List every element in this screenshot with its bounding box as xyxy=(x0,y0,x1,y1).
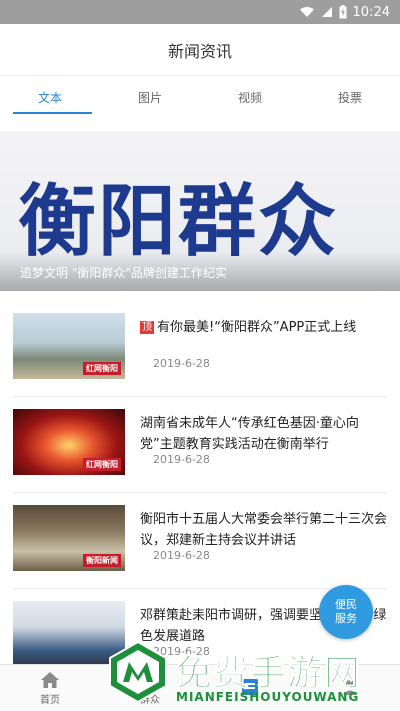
news-date: 2019-6-28 xyxy=(153,549,210,562)
news-thumbnail: 红网衡阳 xyxy=(13,409,125,475)
status-time: 10:24 xyxy=(352,4,390,20)
nav-home-label: 首页 xyxy=(40,694,60,706)
news-item[interactable]: 衡阳新闻 衡阳市十五届人大常委会举行第二十三次会议，郑建新主持会议并讲话 201… xyxy=(13,493,387,589)
convenience-service-button[interactable]: 便民 服务 xyxy=(319,585,373,639)
banner-carousel[interactable]: 衡阳群众 追梦文明 "衡阳群众"品牌创建工作纪实 xyxy=(0,131,400,291)
news-title: 衡阳市十五届人大常委会举行第二十三次会议，郑建新主持会议并讲话 xyxy=(140,512,388,548)
tab-videos[interactable]: 视频 xyxy=(200,76,300,118)
service-button-line2: 服务 xyxy=(335,612,357,625)
thumbnail-badge: 红网衡阳 xyxy=(83,362,121,375)
tab-images[interactable]: 图片 xyxy=(100,76,200,118)
news-date: 2019-6-28 xyxy=(153,357,210,370)
banner-caption: 追梦文明 "衡阳群众"品牌创建工作纪实 xyxy=(20,266,227,280)
thumbnail-badge: 红网衡阳 xyxy=(83,458,121,471)
service-button-line1: 便民 xyxy=(335,598,357,611)
status-bar: 10:24 xyxy=(0,0,400,24)
news-item[interactable]: 红网衡阳 顶有你最美!“衡阳群众”APP正式上线 2019-6-28 xyxy=(13,301,387,397)
news-item[interactable]: 红网衡阳 湖南省未成年人“传承红色基因·童心向党”主题教育实践活动在衡南举行 2… xyxy=(13,397,387,493)
watermark-logo-icon xyxy=(109,640,167,704)
battery-charging-icon xyxy=(339,5,347,19)
nav-home[interactable]: 首页 xyxy=(0,665,100,711)
news-thumbnail: 红网衡阳 xyxy=(13,313,125,379)
tab-text[interactable]: 文本 xyxy=(0,76,100,118)
tab-bar: 文本 图片 视频 投票 xyxy=(0,76,400,118)
thumbnail-badge: 衡阳新闻 xyxy=(83,554,121,567)
watermark-text: 免费手游网 xyxy=(175,653,362,695)
wifi-icon xyxy=(299,7,314,17)
signal-icon xyxy=(321,7,332,17)
tab-votes[interactable]: 投票 xyxy=(300,76,400,118)
news-title: 顶有你最美!“衡阳群众”APP正式上线 xyxy=(140,317,387,338)
page-title: 新闻资讯 xyxy=(167,41,232,61)
news-date: 2019-6-28 xyxy=(153,453,210,466)
home-icon xyxy=(41,671,59,688)
page-header: 新闻资讯 xyxy=(0,24,400,76)
news-thumbnail: 衡阳新闻 xyxy=(13,505,125,571)
news-title-text: 有你最美!“衡阳群众”APP正式上线 xyxy=(157,320,357,335)
pinned-tag: 顶 xyxy=(140,321,154,334)
news-title: 湖南省未成年人“传承红色基因·童心向党”主题教育实践活动在衡南举行 xyxy=(140,416,359,452)
watermark-subtext: MIANFEISHOUYOUWANG xyxy=(176,690,360,704)
